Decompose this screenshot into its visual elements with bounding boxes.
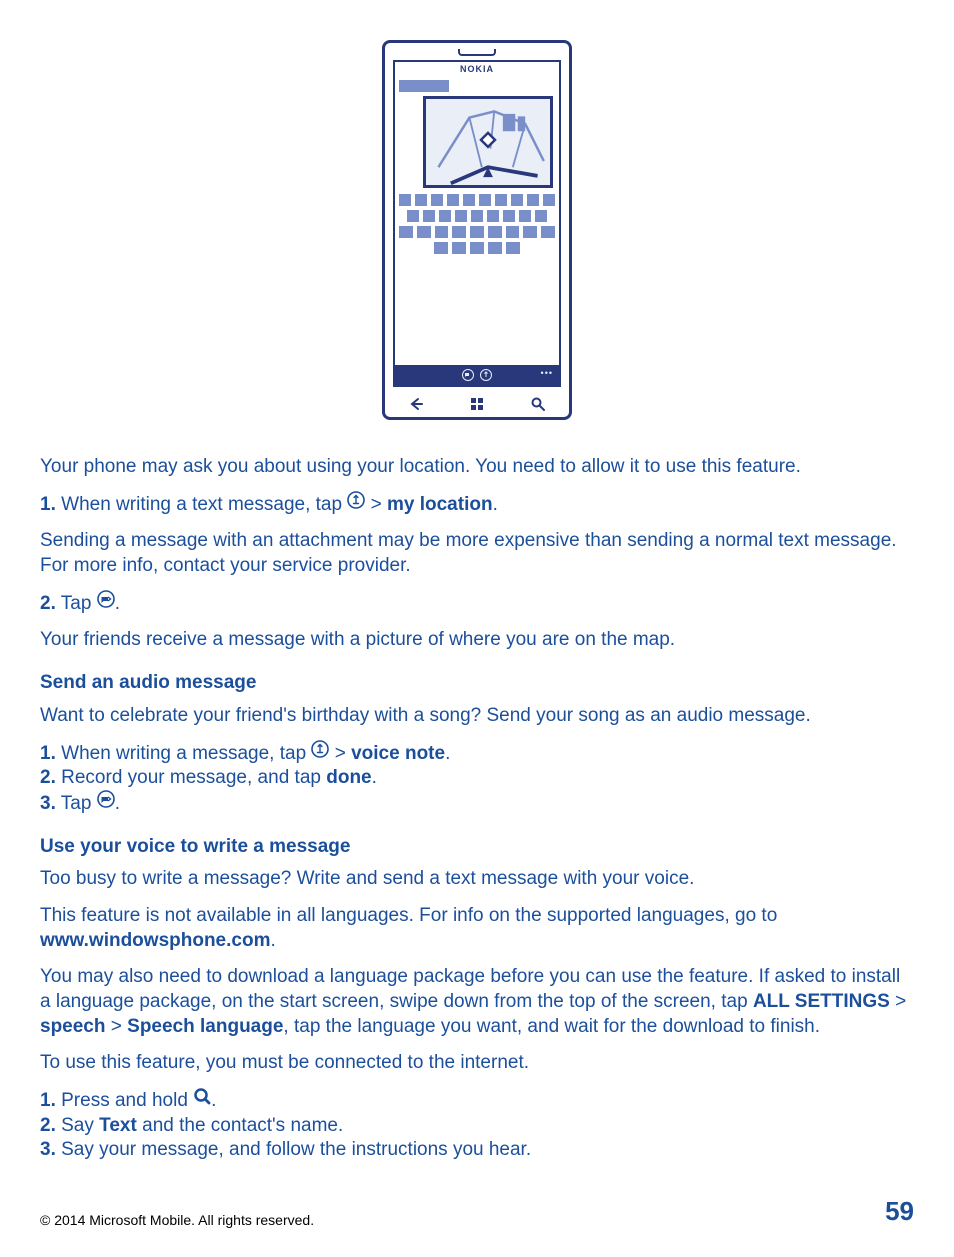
attach-icon xyxy=(347,491,365,517)
step-2: 2. Tap . xyxy=(40,591,914,617)
back-icon xyxy=(408,397,424,411)
paragraph: Your phone may ask you about using your … xyxy=(40,455,914,480)
step-1: 1. When writing a message, tap > voice n… xyxy=(40,741,914,767)
step-1: 1. Press and hold . xyxy=(40,1088,914,1114)
windows-icon xyxy=(470,397,484,411)
send-icon xyxy=(462,369,474,381)
step-2: 2. Say Text and the contact's name. xyxy=(40,1114,914,1139)
more-icon: ••• xyxy=(541,368,553,380)
step-number: 3. xyxy=(40,793,56,814)
app-bar: ••• xyxy=(395,365,559,385)
send-icon xyxy=(97,790,115,816)
phone-illustration: NOKIA xyxy=(40,40,914,420)
attach-icon xyxy=(311,740,329,766)
step-number: 1. xyxy=(40,1090,56,1111)
step-number: 1. xyxy=(40,494,56,515)
phone-brand: NOKIA xyxy=(395,64,559,76)
keyboard-illustration xyxy=(399,194,555,254)
page-number: 59 xyxy=(885,1195,914,1229)
step-number: 3. xyxy=(40,1139,56,1160)
step-1: 1. When writing a text message, tap > my… xyxy=(40,492,914,518)
attach-icon xyxy=(480,369,492,381)
search-hw-icon xyxy=(530,396,546,412)
copyright: © 2014 Microsoft Mobile. All rights rese… xyxy=(40,1211,314,1229)
section-heading: Send an audio message xyxy=(40,671,914,696)
step-number: 2. xyxy=(40,593,56,614)
step-3: 3. Tap . xyxy=(40,791,914,817)
paragraph: Sending a message with an attachment may… xyxy=(40,529,914,578)
paragraph: Too busy to write a message? Write and s… xyxy=(40,867,914,892)
hardware-buttons xyxy=(385,391,569,417)
section-heading: Use your voice to write a message xyxy=(40,835,914,860)
step-number: 2. xyxy=(40,1115,56,1136)
paragraph: This feature is not available in all lan… xyxy=(40,904,914,953)
map-thumbnail xyxy=(423,96,553,188)
search-icon xyxy=(193,1087,211,1113)
send-icon xyxy=(97,590,115,616)
page-footer: © 2014 Microsoft Mobile. All rights rese… xyxy=(40,1195,914,1229)
step-3: 3. Say your message, and follow the inst… xyxy=(40,1138,914,1163)
step-number: 2. xyxy=(40,767,56,788)
paragraph: To use this feature, you must be connect… xyxy=(40,1051,914,1076)
paragraph: Your friends receive a message with a pi… xyxy=(40,628,914,653)
paragraph: You may also need to download a language… xyxy=(40,965,914,1039)
step-2: 2. Record your message, and tap done. xyxy=(40,766,914,791)
step-number: 1. xyxy=(40,742,56,763)
paragraph: Want to celebrate your friend's birthday… xyxy=(40,704,914,729)
